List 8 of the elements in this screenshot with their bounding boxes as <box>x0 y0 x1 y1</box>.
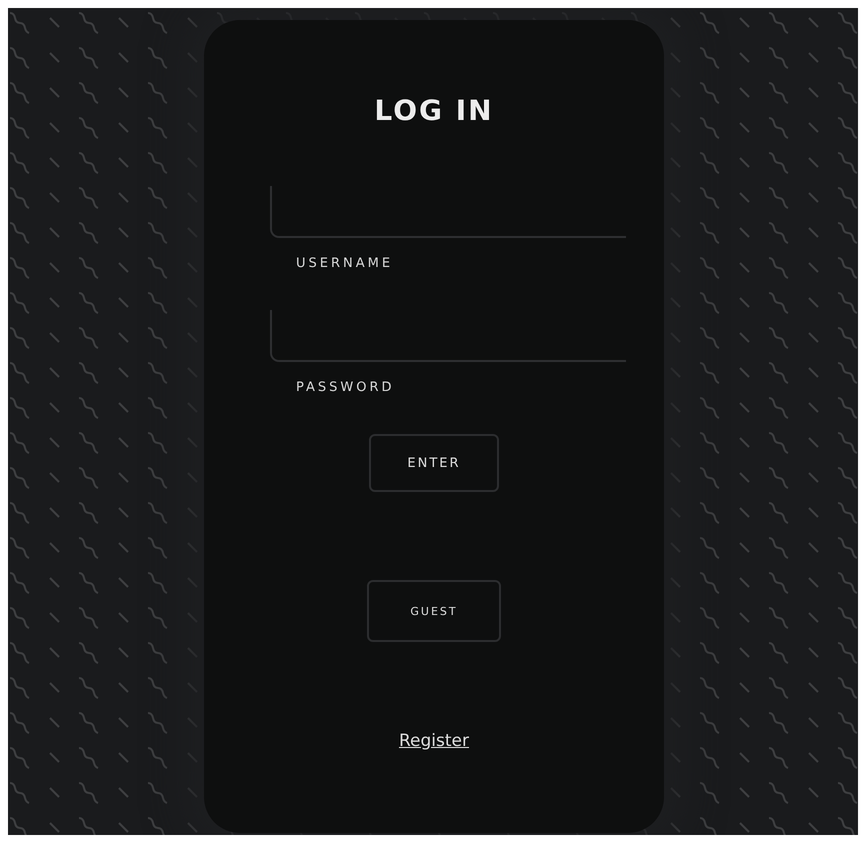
input-field[interactable] <box>270 186 626 238</box>
guest-button[interactable]: GUEST <box>367 580 501 642</box>
login-title: LOG IN <box>374 94 494 128</box>
register-link[interactable]: Register <box>399 731 469 751</box>
field-label: PASSWORD <box>296 380 396 396</box>
input-field[interactable] <box>270 310 626 362</box>
field-label: USERNAME <box>296 256 394 272</box>
enter-button[interactable]: ENTER <box>369 434 499 492</box>
